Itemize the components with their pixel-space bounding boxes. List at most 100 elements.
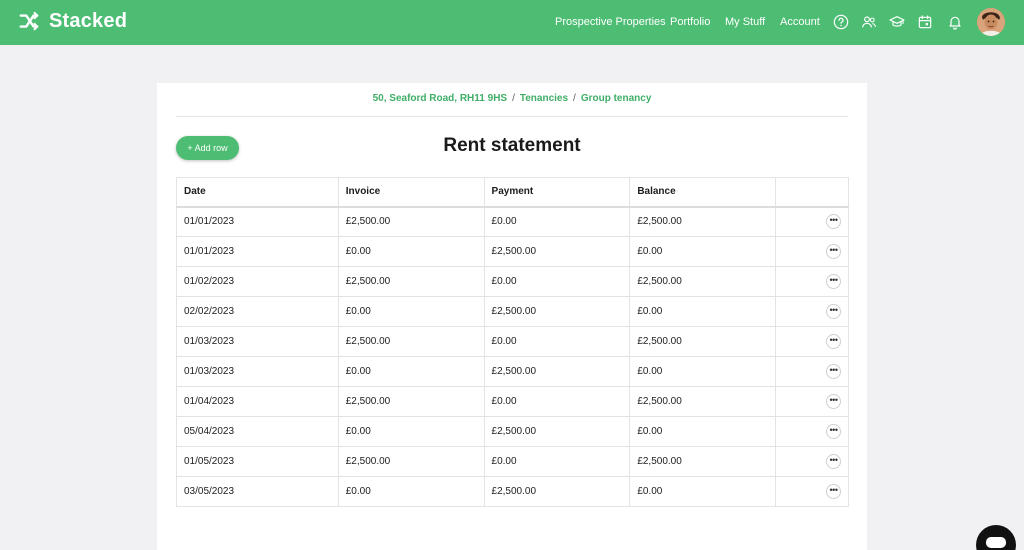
- cell-invoice: £2,500.00: [337, 266, 485, 297]
- table-row: 01/03/2023 £0.00 £2,500.00 £0.00 •••: [176, 356, 849, 387]
- cell-invoice: £0.00: [337, 356, 485, 387]
- cell-invoice: £2,500.00: [337, 206, 485, 237]
- table-row: 03/05/2023 £0.00 £2,500.00 £0.00 •••: [176, 476, 849, 507]
- column-header-date: Date: [176, 177, 339, 208]
- column-header-balance: Balance: [629, 177, 777, 208]
- cell-actions: •••: [775, 296, 849, 327]
- cell-invoice: £2,500.00: [337, 446, 485, 477]
- cell-balance: £0.00: [629, 356, 777, 387]
- cell-actions: •••: [775, 266, 849, 297]
- cell-balance: £2,500.00: [629, 206, 777, 237]
- cell-date: 02/02/2023: [176, 296, 339, 327]
- cell-payment: £2,500.00: [483, 296, 631, 327]
- cell-invoice: £0.00: [337, 236, 485, 267]
- more-horizontal-icon[interactable]: •••: [826, 484, 841, 499]
- cell-payment: £2,500.00: [483, 416, 631, 447]
- table-row: 01/02/2023 £2,500.00 £0.00 £2,500.00 •••: [176, 266, 849, 297]
- user-avatar[interactable]: [977, 8, 1005, 36]
- cell-payment: £0.00: [483, 326, 631, 357]
- brand-name: Stacked: [49, 10, 128, 32]
- cell-payment: £2,500.00: [483, 236, 631, 267]
- add-row-button[interactable]: + Add row: [176, 136, 239, 160]
- cell-date: 03/05/2023: [176, 476, 339, 507]
- cell-payment: £0.00: [483, 446, 631, 477]
- more-horizontal-icon[interactable]: •••: [826, 244, 841, 259]
- cell-invoice: £2,500.00: [337, 326, 485, 357]
- cell-balance: £2,500.00: [629, 386, 777, 417]
- more-horizontal-icon[interactable]: •••: [826, 304, 841, 319]
- cell-date: 05/04/2023: [176, 416, 339, 447]
- bell-icon[interactable]: [946, 13, 964, 31]
- table-row: 02/02/2023 £0.00 £2,500.00 £0.00 •••: [176, 296, 849, 327]
- table-row: 01/01/2023 £2,500.00 £0.00 £2,500.00 •••: [176, 206, 849, 237]
- cell-payment: £0.00: [483, 386, 631, 417]
- column-header-actions: [775, 177, 849, 208]
- more-horizontal-icon[interactable]: •••: [826, 424, 841, 439]
- cell-date: 01/03/2023: [176, 326, 339, 357]
- cell-invoice: £0.00: [337, 476, 485, 507]
- cell-actions: •••: [775, 446, 849, 477]
- calendar-icon[interactable]: [916, 13, 934, 31]
- nav-link-prospective-properties[interactable]: Prospective Properties: [555, 16, 666, 28]
- cell-payment: £2,500.00: [483, 476, 631, 507]
- cell-date: 01/01/2023: [176, 206, 339, 237]
- cell-balance: £0.00: [629, 416, 777, 447]
- cell-balance: £2,500.00: [629, 446, 777, 477]
- breadcrumb-separator: /: [512, 93, 515, 104]
- cell-date: 01/03/2023: [176, 356, 339, 387]
- cell-date: 01/05/2023: [176, 446, 339, 477]
- more-horizontal-icon[interactable]: •••: [826, 334, 841, 349]
- chat-bubble-icon: [986, 537, 1006, 548]
- nav-link-account[interactable]: Account: [780, 16, 820, 28]
- column-header-payment: Payment: [483, 177, 631, 208]
- cell-balance: £2,500.00: [629, 326, 777, 357]
- table-row: 05/04/2023 £0.00 £2,500.00 £0.00 •••: [176, 416, 849, 447]
- rent-statement-card: 50, Seaford Road, RH11 9HS / Tenancies / Gro…: [157, 83, 867, 550]
- graduation-cap-icon[interactable]: [888, 13, 906, 31]
- cell-date: 01/04/2023: [176, 386, 339, 417]
- table-row: 01/05/2023 £2,500.00 £0.00 £2,500.00 •••: [176, 446, 849, 477]
- cell-actions: •••: [775, 476, 849, 507]
- table-row: 01/04/2023 £2,500.00 £0.00 £2,500.00 •••: [176, 386, 849, 417]
- cell-payment: £2,500.00: [483, 356, 631, 387]
- breadcrumb-tenancies[interactable]: Tenancies: [520, 93, 568, 104]
- cell-invoice: £2,500.00: [337, 386, 485, 417]
- shuffle-icon: [19, 11, 39, 30]
- page-title: Rent statement: [443, 135, 581, 156]
- table-row: 01/01/2023 £0.00 £2,500.00 £0.00 •••: [176, 236, 849, 267]
- breadcrumb-property[interactable]: 50, Seaford Road, RH11 9HS: [373, 93, 508, 104]
- top-navbar: Stacked Prospective Properties Portfolio…: [0, 0, 1024, 45]
- cell-date: 01/01/2023: [176, 236, 339, 267]
- more-horizontal-icon[interactable]: •••: [826, 274, 841, 289]
- table-header-row: Date Invoice Payment Balance: [176, 177, 849, 208]
- more-horizontal-icon[interactable]: •••: [826, 454, 841, 469]
- rent-statement-table: Date Invoice Payment Balance 01/01/2023 …: [176, 177, 849, 507]
- cell-actions: •••: [775, 416, 849, 447]
- users-icon[interactable]: [860, 13, 878, 31]
- cell-balance: £0.00: [629, 476, 777, 507]
- column-header-invoice: Invoice: [337, 177, 485, 208]
- chat-launcher-button[interactable]: [976, 525, 1016, 550]
- more-horizontal-icon[interactable]: •••: [826, 214, 841, 230]
- cell-actions: •••: [775, 236, 849, 267]
- brand-logo[interactable]: Stacked: [18, 10, 127, 33]
- more-horizontal-icon[interactable]: •••: [826, 394, 841, 409]
- cell-payment: £0.00: [483, 266, 631, 297]
- cell-actions: •••: [775, 386, 849, 417]
- cell-actions: •••: [775, 206, 849, 237]
- table-row: 01/03/2023 £2,500.00 £0.00 £2,500.00 •••: [176, 326, 849, 357]
- help-circle-icon[interactable]: [832, 13, 850, 31]
- nav-link-portfolio[interactable]: Portfolio: [670, 16, 710, 28]
- breadcrumb-separator: /: [573, 93, 576, 104]
- more-horizontal-icon[interactable]: •••: [826, 364, 841, 379]
- cell-payment: £0.00: [483, 206, 631, 237]
- breadcrumb-group-tenancy[interactable]: Group tenancy: [581, 93, 652, 104]
- cell-balance: £0.00: [629, 296, 777, 327]
- cell-invoice: £0.00: [337, 296, 485, 327]
- breadcrumb: 50, Seaford Road, RH11 9HS / Tenancies / Gro…: [157, 93, 867, 104]
- cell-invoice: £0.00: [337, 416, 485, 447]
- cell-balance: £0.00: [629, 236, 777, 267]
- cell-balance: £2,500.00: [629, 266, 777, 297]
- cell-actions: •••: [775, 356, 849, 387]
- nav-link-my-stuff[interactable]: My Stuff: [725, 16, 765, 28]
